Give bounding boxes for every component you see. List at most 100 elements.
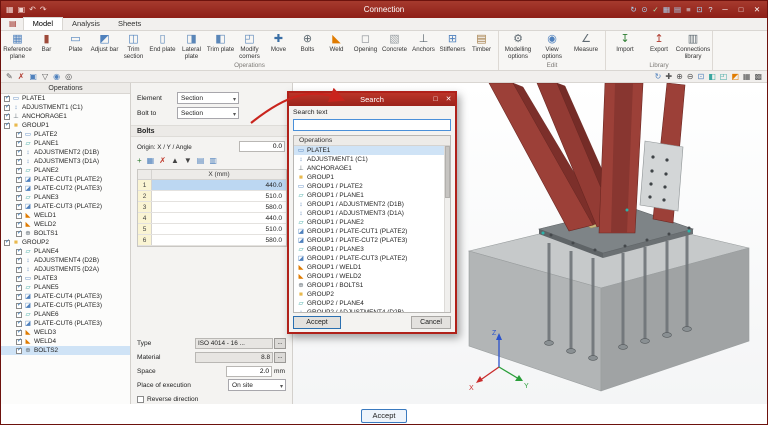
search-result-item[interactable]: ◪ GROUP1 / PLATE-CUT3 (PLATE2) bbox=[294, 254, 444, 263]
grid-view-icon[interactable]: ▦ bbox=[661, 1, 672, 18]
anchors-button[interactable]: ⊥ Anchors bbox=[409, 32, 438, 61]
checkbox[interactable] bbox=[4, 123, 10, 129]
search-result-item[interactable]: ▱ GROUP1 / PLANE1 bbox=[294, 191, 444, 200]
x-value-cell[interactable]: 580.0 bbox=[152, 235, 286, 245]
file-menu-icon[interactable]: ▤ bbox=[3, 18, 23, 30]
checkbox[interactable] bbox=[16, 186, 22, 192]
search-result-item[interactable]: ↕ ADJUSTMENT1 (C1) bbox=[294, 155, 444, 164]
delete-row-icon[interactable]: ✗ bbox=[159, 155, 166, 167]
check-icon[interactable]: ✓ bbox=[650, 1, 661, 18]
snap-icon[interactable]: ⊙ bbox=[639, 1, 650, 18]
dialog-accept-button[interactable]: Accept bbox=[293, 316, 341, 329]
close-button[interactable]: ✕ bbox=[750, 1, 764, 18]
connections-library-button[interactable]: ▥ Connections library bbox=[676, 32, 710, 61]
tree-item[interactable]: ↕ ADJUSTMENT2 (D1B) bbox=[1, 148, 130, 157]
import-button[interactable]: ↧ Import bbox=[608, 32, 642, 61]
duplicate-row-icon[interactable]: ▦ bbox=[147, 155, 155, 167]
table-grid-icon[interactable]: ▤ bbox=[197, 155, 205, 167]
view-options-button[interactable]: ◉ View options bbox=[535, 32, 569, 61]
tree-item[interactable]: ▱ PLANE6 bbox=[1, 310, 130, 319]
ribbon-tab[interactable]: Model bbox=[23, 17, 63, 30]
search-result-item[interactable]: ■ GROUP1 bbox=[294, 173, 444, 182]
tree-item[interactable]: ■ GROUP2 bbox=[1, 238, 130, 247]
checkbox[interactable] bbox=[16, 177, 22, 183]
save-icon[interactable]: ▣ bbox=[18, 1, 26, 18]
tree-item[interactable]: ⊥ ANCHORAGE1 bbox=[1, 112, 130, 121]
filter-icon[interactable]: ▽ bbox=[42, 71, 48, 82]
search-result-item[interactable]: ◪ GROUP1 / PLATE-CUT1 (PLATE2) bbox=[294, 227, 444, 236]
zoom-in-icon[interactable]: ⊕ bbox=[676, 71, 683, 82]
checkbox[interactable] bbox=[16, 348, 22, 354]
ribbon-tab[interactable]: Analysis bbox=[63, 18, 109, 30]
trim-section-button[interactable]: ◫ Trim section bbox=[119, 32, 148, 61]
tree-item[interactable]: ◣ WELD2 bbox=[1, 220, 130, 229]
report-icon[interactable]: ▤ bbox=[672, 1, 683, 18]
search-result-item[interactable]: ◣ GROUP1 / WELD1 bbox=[294, 263, 444, 272]
visibility-icon[interactable]: ◉ bbox=[53, 71, 60, 82]
trim-plate-button[interactable]: ◧ Trim plate bbox=[206, 32, 235, 61]
tree-item[interactable]: ▭ PLATE3 bbox=[1, 274, 130, 283]
tree-item[interactable]: ◪ PLATE-CUT6 (PLATE3) bbox=[1, 319, 130, 328]
checkbox[interactable] bbox=[16, 249, 22, 255]
table-row[interactable]: 1 440.0 bbox=[138, 180, 286, 191]
search-result-item[interactable]: ▭ PLATE1 bbox=[294, 146, 444, 155]
origin-input[interactable] bbox=[239, 141, 285, 152]
checkbox[interactable] bbox=[16, 312, 22, 318]
x-value-cell[interactable]: 580.0 bbox=[152, 202, 286, 212]
front-view-icon[interactable]: ◧ bbox=[708, 71, 716, 82]
tree-item[interactable]: ◪ PLATE-CUT5 (PLATE3) bbox=[1, 301, 130, 310]
search-result-item[interactable]: ■ GROUP2 bbox=[294, 290, 444, 299]
search-result-item[interactable]: ◣ GROUP1 / WELD2 bbox=[294, 272, 444, 281]
modify-corners-button[interactable]: ◰ Modify corners bbox=[235, 32, 264, 61]
add-row-icon[interactable]: + bbox=[137, 155, 142, 167]
tree-item[interactable]: ⊕ BOLTS1 bbox=[1, 229, 130, 238]
table-row[interactable]: 5 510.0 bbox=[138, 224, 286, 235]
redo-icon[interactable]: ↷ bbox=[40, 1, 47, 18]
search-icon[interactable]: ◎ bbox=[65, 71, 72, 82]
search-result-item[interactable]: ↕ GROUP1 / ADJUSTMENT2 (D1B) bbox=[294, 200, 444, 209]
search-result-item[interactable]: ◪ GROUP1 / PLATE-CUT2 (PLATE3) bbox=[294, 236, 444, 245]
box-icon[interactable]: ⊡ bbox=[694, 1, 705, 18]
tree-item[interactable]: ◪ PLATE-CUT3 (PLATE2) bbox=[1, 202, 130, 211]
search-result-item[interactable]: ⊕ GROUP1 / BOLTS1 bbox=[294, 281, 444, 290]
search-result-item[interactable]: ▱ GROUP1 / PLANE2 bbox=[294, 218, 444, 227]
lateral-plate-button[interactable]: ◨ Lateral plate bbox=[177, 32, 206, 61]
search-result-item[interactable]: ▱ GROUP1 / PLANE3 bbox=[294, 245, 444, 254]
move-button[interactable]: ✚ Move bbox=[264, 32, 293, 61]
checkbox[interactable] bbox=[16, 132, 22, 138]
checkbox[interactable] bbox=[4, 96, 10, 102]
export-button[interactable]: ↥ Export bbox=[642, 32, 676, 61]
iso-view-icon[interactable]: ◩ bbox=[731, 71, 739, 82]
table-row[interactable]: 4 440.0 bbox=[138, 213, 286, 224]
tree-item[interactable]: ⊕ BOLTS2 bbox=[1, 346, 130, 355]
x-value-cell[interactable]: 510.0 bbox=[152, 224, 286, 234]
table-export-icon[interactable]: ▥ bbox=[209, 155, 217, 167]
dialog-cancel-button[interactable]: Cancel bbox=[411, 316, 451, 329]
ribbon-tab[interactable]: Sheets bbox=[109, 18, 150, 30]
search-result-item[interactable]: ⊥ ANCHORAGE1 bbox=[294, 164, 444, 173]
dialog-close-button[interactable]: ✕ bbox=[442, 93, 455, 106]
checkbox[interactable] bbox=[16, 222, 22, 228]
move-up-icon[interactable]: ▲ bbox=[171, 155, 179, 167]
checkbox[interactable] bbox=[16, 204, 22, 210]
zoom-out-icon[interactable]: ⊖ bbox=[687, 71, 694, 82]
search-result-item[interactable]: ▱ GROUP2 / PLANE4 bbox=[294, 299, 444, 308]
tree-item[interactable]: ▱ PLANE5 bbox=[1, 283, 130, 292]
checkbox[interactable] bbox=[16, 195, 22, 201]
plate-button[interactable]: ▭ Plate bbox=[61, 32, 90, 61]
tree-item[interactable]: ▭ PLATE2 bbox=[1, 130, 130, 139]
dialog-titlebar[interactable]: Search □ ✕ bbox=[289, 93, 455, 106]
tree-item[interactable]: ◪ PLATE-CUT4 (PLATE3) bbox=[1, 292, 130, 301]
checkbox[interactable] bbox=[16, 258, 22, 264]
tree-item[interactable]: ◣ WELD1 bbox=[1, 211, 130, 220]
tree-item[interactable]: ◣ WELD4 bbox=[1, 337, 130, 346]
weld-button[interactable]: ◣ Weld bbox=[322, 32, 351, 61]
concrete-button[interactable]: ▧ Concrete bbox=[380, 32, 409, 61]
list-icon[interactable]: ≡ bbox=[683, 1, 694, 18]
stiffeners-button[interactable]: ⊞ Stiffeners bbox=[438, 32, 467, 61]
checkbox[interactable] bbox=[4, 240, 10, 246]
tree-item[interactable]: ▭ PLATE1 bbox=[1, 94, 130, 103]
checkbox[interactable] bbox=[16, 330, 22, 336]
wireframe-icon[interactable]: ▦ bbox=[743, 71, 751, 82]
bar-button[interactable]: ▮ Bar bbox=[32, 32, 61, 61]
